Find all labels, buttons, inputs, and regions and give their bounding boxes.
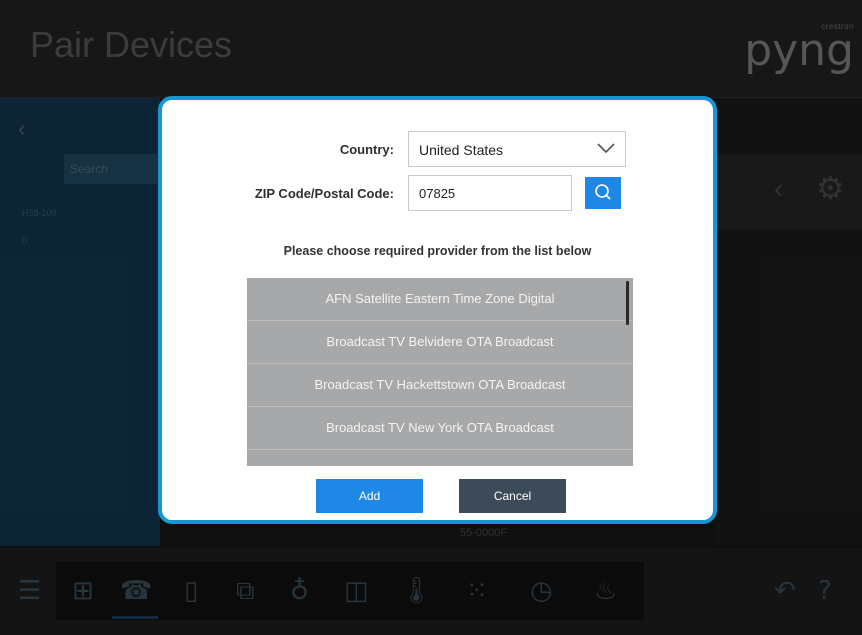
provider-list-item[interactable]	[247, 450, 633, 466]
search-button[interactable]	[585, 177, 621, 209]
add-button[interactable]: Add	[316, 479, 423, 513]
chevron-down-icon	[597, 143, 615, 154]
search-icon	[595, 184, 611, 200]
country-value: United States	[419, 142, 504, 158]
provider-list-item[interactable]: Broadcast TV Hackettstown OTA Broadcast	[247, 364, 633, 407]
zip-code-input[interactable]	[408, 175, 572, 211]
instruction-text: Please choose required provider from the…	[283, 244, 592, 258]
cancel-button[interactable]: Cancel	[459, 479, 566, 513]
country-label: Country:	[339, 142, 394, 157]
list-scrollbar[interactable]	[626, 281, 629, 325]
zip-label: ZIP Code/Postal Code:	[254, 186, 394, 201]
provider-list[interactable]: AFN Satellite Eastern Time Zone Digital …	[247, 278, 633, 466]
provider-list-item[interactable]: Broadcast TV New York OTA Broadcast	[247, 407, 633, 450]
provider-dialog: Country: United States ZIP Code/Postal C…	[158, 96, 717, 524]
country-select[interactable]: United States	[408, 131, 626, 167]
provider-list-item[interactable]: Broadcast TV Belvidere OTA Broadcast	[247, 321, 633, 364]
provider-list-item[interactable]: AFN Satellite Eastern Time Zone Digital	[247, 278, 633, 321]
